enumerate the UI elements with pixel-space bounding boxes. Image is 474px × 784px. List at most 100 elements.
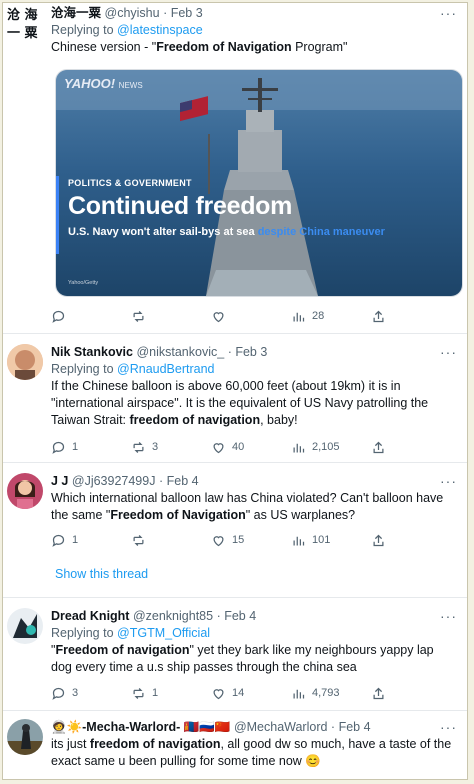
- author-handle[interactable]: @zenknight85: [133, 609, 213, 623]
- reply-button[interactable]: 1: [51, 531, 131, 549]
- text-part: Chinese version - ": [51, 40, 157, 54]
- retweet-button[interactable]: [131, 307, 211, 325]
- show-thread-link[interactable]: Show this thread: [55, 567, 148, 581]
- replying-prefix: Replying to: [51, 23, 114, 37]
- image-credit: Yahoo/Getty: [68, 280, 99, 286]
- retweet-button[interactable]: [131, 531, 211, 549]
- author-handle[interactable]: @chyishu: [105, 6, 160, 20]
- views-button[interactable]: 2,105: [291, 438, 371, 456]
- heart-icon: [213, 535, 224, 546]
- more-icon[interactable]: ···: [440, 608, 457, 624]
- tweet-date[interactable]: Feb 4: [167, 474, 199, 488]
- reply-icon: [52, 441, 65, 454]
- media-headline: Continued freedom: [68, 192, 293, 220]
- retweet-count: 3: [152, 441, 159, 453]
- views-button[interactable]: 101: [291, 531, 371, 549]
- author-name[interactable]: J J: [51, 474, 68, 488]
- views-button[interactable]: 28: [291, 307, 371, 325]
- avatar[interactable]: [7, 608, 43, 644]
- reply-count: 1: [72, 534, 79, 546]
- retweet-button[interactable]: 1: [131, 684, 211, 702]
- share-button[interactable]: [371, 531, 386, 549]
- view-count: 101: [312, 534, 331, 546]
- author-handle[interactable]: @nikstankovic_: [136, 345, 224, 359]
- replying-to-link[interactable]: @RnaudBertrand: [117, 362, 214, 376]
- replying-prefix: Replying to: [51, 626, 114, 640]
- tweet-actions: 28: [51, 307, 407, 325]
- tweet[interactable]: Nik Stankovic @nikstankovic_ · Feb 3 Rep…: [3, 334, 467, 463]
- author-name[interactable]: Dread Knight: [51, 609, 129, 623]
- reply-count: 1: [72, 441, 79, 453]
- retweet-icon: [133, 310, 144, 322]
- tweet-actions: 1 3 40 2,105: [51, 438, 407, 456]
- media-category: POLITICS & GOVERNMENT: [68, 178, 192, 188]
- like-count: 15: [232, 534, 245, 546]
- replying-to: Replying to @TGTM_Official: [51, 625, 457, 642]
- reply-button[interactable]: 1: [51, 438, 131, 456]
- author-name[interactable]: 沧海一粟: [51, 6, 101, 20]
- avatar[interactable]: [7, 344, 43, 380]
- replying-to-link[interactable]: @latestinspace: [117, 23, 203, 37]
- author-name[interactable]: Nik Stankovic: [51, 345, 133, 359]
- separator: ·: [330, 720, 336, 734]
- more-icon[interactable]: ···: [440, 473, 457, 489]
- tweet-date[interactable]: Feb 4: [224, 609, 256, 623]
- share-button[interactable]: [371, 684, 386, 702]
- text-bold: Freedom of Navigation: [110, 508, 246, 522]
- retweet-icon: [133, 441, 144, 453]
- avatar[interactable]: 沧 海一 粟: [7, 7, 47, 43]
- separator: ·: [163, 6, 168, 20]
- reply-button[interactable]: 3: [51, 684, 131, 702]
- more-icon[interactable]: ···: [440, 344, 457, 360]
- tweet[interactable]: 沧 海一 粟 沧海一粟 @chyishu · Feb 3 Replying to…: [3, 3, 467, 334]
- tweet-actions: 3 1 14 4,793: [51, 684, 407, 702]
- avatar-image: [7, 344, 43, 380]
- share-button[interactable]: [371, 307, 386, 325]
- like-button[interactable]: 14: [211, 684, 291, 702]
- tweet-text: If the Chinese balloon is above 60,000 f…: [51, 378, 457, 429]
- more-icon[interactable]: ···: [440, 719, 457, 735]
- retweet-button[interactable]: 3: [131, 438, 211, 456]
- text-bold: Freedom of navigation: [55, 643, 190, 657]
- text-part: Program": [291, 40, 348, 54]
- tweet[interactable]: 🧑‍🚀☀️-Mecha-Warlord- 🇲🇳🇷🇺🇨🇳 @MechaWarlor…: [3, 711, 467, 779]
- text-bold: freedom of navigation: [129, 413, 261, 427]
- avatar-seal: 沧 海一 粟: [7, 8, 38, 41]
- tweet-date[interactable]: Feb 3: [235, 345, 267, 359]
- tweet-text: "Freedom of navigation" yet they bark li…: [51, 642, 457, 676]
- retweet-count: 1: [152, 687, 159, 699]
- author-name[interactable]: 🧑‍🚀☀️-Mecha-Warlord- 🇲🇳🇷🇺🇨🇳: [51, 720, 230, 734]
- author-handle[interactable]: @Jj63927499J: [72, 474, 156, 488]
- replying-to-link[interactable]: @TGTM_Official: [117, 626, 210, 640]
- like-button[interactable]: 40: [211, 438, 291, 456]
- separator: ·: [227, 345, 232, 359]
- tweet-date[interactable]: Feb 3: [171, 6, 203, 20]
- logo-sub: NEWS: [118, 81, 143, 90]
- author-handle[interactable]: @MechaWarlord: [234, 720, 328, 734]
- reply-icon: [52, 310, 65, 323]
- avatar[interactable]: [7, 473, 43, 509]
- text-part: , baby!: [260, 413, 298, 427]
- like-button[interactable]: 15: [211, 531, 291, 549]
- views-icon: [293, 536, 305, 545]
- reply-button[interactable]: [51, 307, 131, 325]
- reply-icon: [52, 687, 65, 700]
- replying-to: Replying to @RnaudBertrand: [51, 361, 457, 378]
- views-icon: [293, 689, 305, 698]
- share-button[interactable]: [371, 438, 386, 456]
- tweet[interactable]: J J @Jj63927499J · Feb 4 Which internati…: [3, 463, 467, 598]
- like-button[interactable]: [211, 307, 291, 325]
- tweet-date[interactable]: Feb 4: [339, 720, 371, 734]
- views-icon: [293, 443, 305, 452]
- more-icon[interactable]: ···: [440, 5, 457, 21]
- like-count: 14: [232, 687, 245, 699]
- avatar-image: [7, 719, 43, 755]
- logo-text: YAHOO!: [64, 76, 116, 91]
- media-subheadline: U.S. Navy won't alter sail-bys at sea de…: [68, 226, 408, 239]
- tweet-image[interactable]: YAHOO! NEWS POLITICS & GOVERNMENT Contin…: [55, 69, 463, 297]
- avatar[interactable]: [7, 719, 43, 755]
- replying-prefix: Replying to: [51, 362, 114, 376]
- tweet[interactable]: Dread Knight @zenknight85 · Feb 4 Replyi…: [3, 598, 467, 711]
- heart-icon: [213, 442, 224, 453]
- views-button[interactable]: 4,793: [291, 684, 371, 702]
